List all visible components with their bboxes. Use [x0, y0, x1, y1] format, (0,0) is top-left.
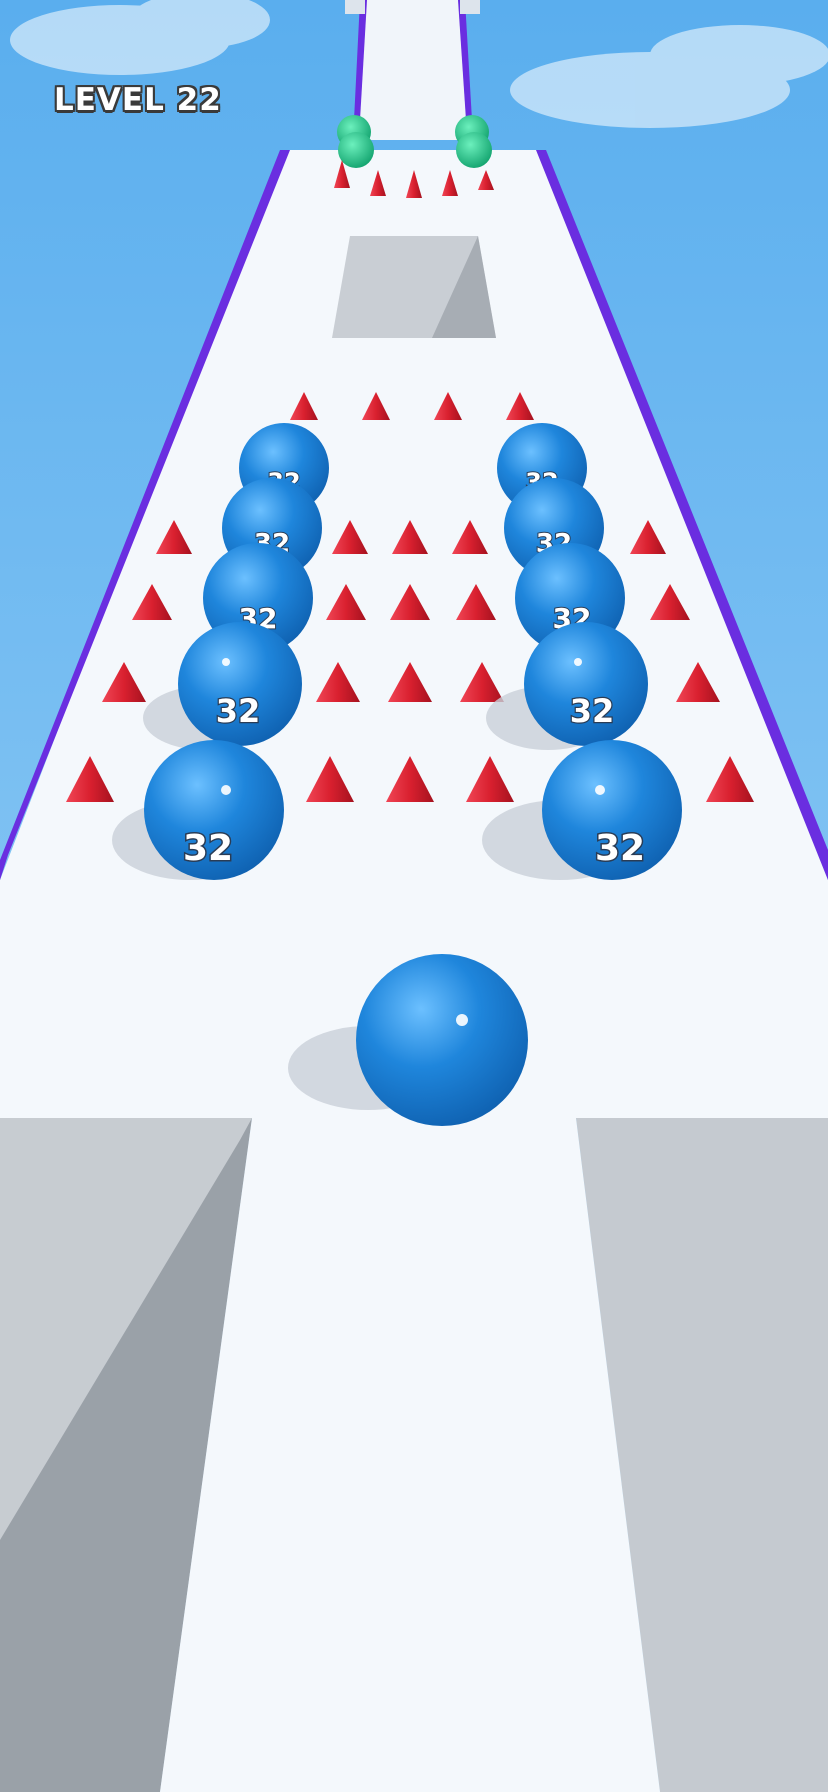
ball-32-icon: 32 [542, 740, 682, 880]
svg-text:32: 32 [216, 692, 261, 730]
pit-hole-icon [332, 236, 496, 338]
svg-text:32: 32 [183, 828, 233, 869]
ball-32-icon: 32 [524, 622, 648, 746]
svg-text:32: 32 [595, 828, 645, 869]
game-scene[interactable]: 32 32 32 32 32 32 32 32 [0, 0, 828, 1792]
level-label: LEVEL 22 [54, 82, 222, 118]
svg-text:32: 32 [570, 692, 615, 730]
ball-32-icon: 32 [178, 622, 302, 746]
player-ball-icon [356, 954, 528, 1126]
far-track [355, 0, 470, 140]
ball-32-icon: 32 [144, 740, 284, 880]
